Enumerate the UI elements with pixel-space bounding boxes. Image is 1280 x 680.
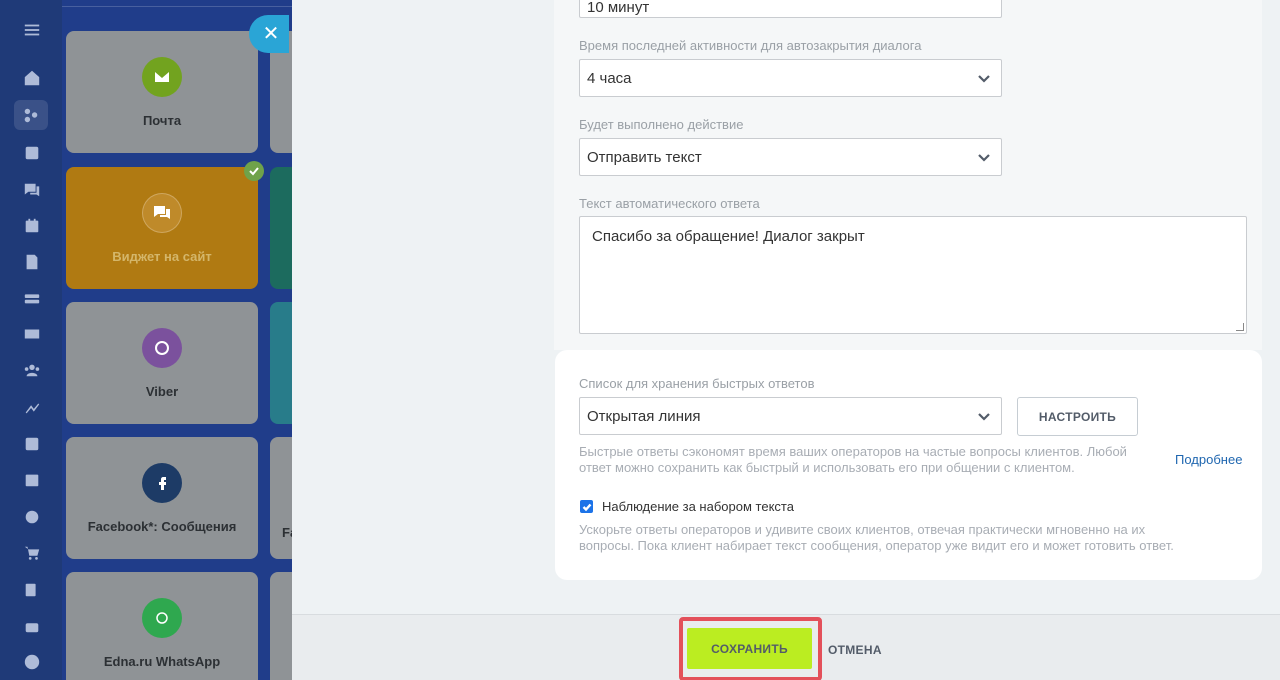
connector-tile-facebook[interactable]: Facebook*: Сообщения xyxy=(66,437,258,559)
drive-icon[interactable] xyxy=(22,288,42,308)
document-icon[interactable] xyxy=(22,252,42,272)
chevron-down-icon xyxy=(977,71,991,85)
menu-icon[interactable] xyxy=(22,20,42,40)
check-icon xyxy=(244,161,264,181)
action-label: Будет выполнено действие xyxy=(579,117,744,132)
hint-line: Быстрые ответы сэкономят время ваших опе… xyxy=(579,444,1127,459)
footer-bar: СОХРАНИТЬ ОТМЕНА xyxy=(292,614,1280,680)
robot-icon[interactable] xyxy=(22,616,42,636)
hint-line: Ускорьте ответы операторов и удивите сво… xyxy=(579,522,1146,537)
connector-tile-viber[interactable]: Viber xyxy=(66,302,258,424)
select-value: Отправить текст xyxy=(587,148,702,166)
connector-tile-edna[interactable]: Edna.ru WhatsApp xyxy=(66,572,258,680)
users-icon[interactable] xyxy=(22,360,42,380)
cart-icon[interactable] xyxy=(22,543,42,563)
chat-bubbles-icon xyxy=(142,193,182,233)
close-icon: ✕ xyxy=(262,23,280,45)
autoclose-label: Время последней активности для автозакры… xyxy=(579,38,922,53)
resize-grip-icon[interactable] xyxy=(1236,323,1244,331)
settings-panel: 10 минут Время последней активности для … xyxy=(292,0,1280,680)
select-value: 10 минут xyxy=(587,0,650,16)
quick-list-select[interactable]: Открытая линия xyxy=(579,397,1002,435)
contact-center-icon[interactable] xyxy=(14,100,48,130)
typing-watch-label[interactable]: Наблюдение за набором текста xyxy=(602,499,794,514)
connector-tile-partial[interactable] xyxy=(270,167,292,289)
save-button[interactable]: СОХРАНИТЬ xyxy=(687,628,812,669)
connector-tile-partial[interactable] xyxy=(270,302,292,424)
divider xyxy=(62,6,292,7)
chevron-down-icon xyxy=(977,150,991,164)
autoclose-select[interactable]: 4 часа xyxy=(579,59,1002,97)
edna-icon xyxy=(142,598,182,638)
typing-watch-checkbox[interactable] xyxy=(580,500,593,513)
connector-label: Viber xyxy=(145,384,179,399)
signature-icon[interactable] xyxy=(22,398,42,418)
connector-tile-mail[interactable]: Почта xyxy=(66,31,258,153)
typing-watch-hint: Ускорьте ответы операторов и удивите сво… xyxy=(579,522,1174,554)
connector-label: Почта xyxy=(142,113,182,128)
quick-list-label: Список для хранения быстрых ответов xyxy=(579,376,815,391)
connector-label: Facebook*: Сообщения xyxy=(87,519,237,534)
chat-icon[interactable] xyxy=(22,180,42,200)
select-value: Открытая линия xyxy=(587,407,701,425)
reply-text-label: Текст автоматического ответа xyxy=(579,196,760,211)
tasks-icon[interactable] xyxy=(22,434,42,454)
reply-textarea[interactable]: Спасибо за обращение! Диалог закрыт xyxy=(579,216,1247,334)
connector-label: Edna.ru WhatsApp xyxy=(103,654,221,669)
home-icon[interactable] xyxy=(22,68,42,88)
more-link[interactable]: Подробнее xyxy=(1175,452,1242,467)
connector-label: Fa xyxy=(282,525,292,540)
target-icon[interactable] xyxy=(22,507,42,527)
chevron-down-icon xyxy=(977,409,991,423)
edit-list-icon[interactable] xyxy=(22,580,42,600)
hint-line: вопросы. Пока клиент набирает текст сооб… xyxy=(579,538,1174,553)
mail-icon xyxy=(142,57,182,97)
mail-icon[interactable] xyxy=(22,324,42,344)
cancel-button[interactable]: ОТМЕНА xyxy=(828,643,882,657)
viber-icon xyxy=(142,328,182,368)
schedule-icon[interactable] xyxy=(22,470,42,490)
filter-icon[interactable] xyxy=(22,652,42,672)
facebook-icon xyxy=(142,463,182,503)
left-nav-rail xyxy=(0,0,62,680)
connector-tile-partial[interactable]: Fa xyxy=(270,437,292,559)
close-slider-button[interactable]: ✕ xyxy=(249,15,289,53)
action-select[interactable]: Отправить текст xyxy=(579,138,1002,176)
configure-button[interactable]: НАСТРОИТЬ xyxy=(1017,397,1138,436)
feed-icon[interactable] xyxy=(22,143,42,163)
hint-line: ответ можно сохранить как быстрый и испо… xyxy=(579,460,1075,475)
quick-answers-hint: Быстрые ответы сэкономят время ваших опе… xyxy=(579,444,1127,476)
connector-tile-partial[interactable] xyxy=(270,572,292,680)
textarea-value: Спасибо за обращение! Диалог закрыт xyxy=(592,228,865,245)
calendar-icon[interactable] xyxy=(22,216,42,236)
wait-time-select[interactable]: 10 минут xyxy=(579,0,1002,18)
connector-label: Виджет на сайт xyxy=(112,249,212,264)
connector-tile-widget[interactable]: Виджет на сайт xyxy=(66,161,264,289)
select-value: 4 часа xyxy=(587,69,632,87)
connector-grid: Почта Виджет на сайт Viber Facebook*: Со… xyxy=(62,0,292,680)
